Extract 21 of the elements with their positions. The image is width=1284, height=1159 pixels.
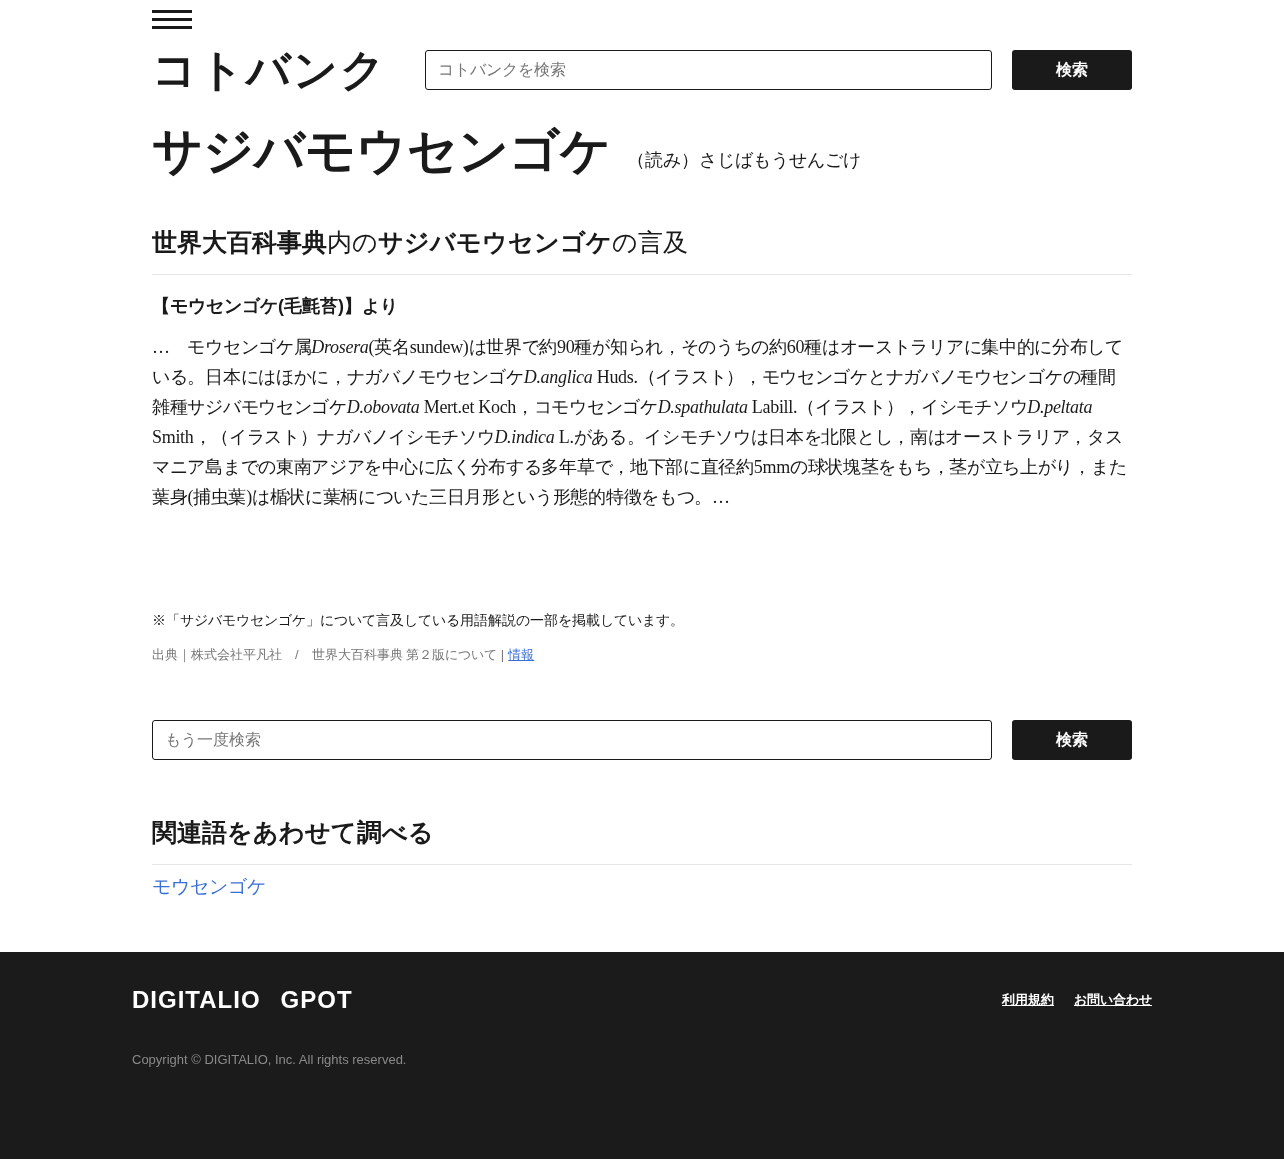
related-heading: 関連語をあわせて調べる <box>152 814 1132 865</box>
mention-text: … モウセンゴケ属Drosera(英名sundew)は世界で約90種が知られ，そのうちの約60種はオーストラリアに集中的に分布している。日本にはほかに，ナガバノモウセンゴケD.anglica Huds.（イラスト），モウセンゴケとナガバノモウセンゴケの種間雑種サジバモウセンゴケD.obovata Mert.et Koch，コモウセンゴケD.spathulata Labill.（イラスト），イシモチソウD.peltata Smith，（イラスト）ナガバノイシモチソウD.indica L.がある。イシモチソウは日本を北限とし，南はオーストラリア，タスマニア島までの東南アジアを中心に広く分布する多年草で，地下部に直径約5mmの球状塊茎をもち，茎が立ち上がり，また葉身(捕虫葉)は楯状に葉柄についた三日月形という形態的特徴をもつ。… <box>152 335 1128 509</box>
credit-text: 出典｜株式会社平凡社 / 世界大百科事典 第２版について | <box>152 645 505 664</box>
section-heading: 世界大百科事典内のサジバモウセンゴケの言及 <box>152 224 1132 275</box>
site-logo[interactable]: コトバンク <box>152 48 387 92</box>
source-title: 【モウセンゴケ(毛氈苔)】より <box>152 294 399 318</box>
note-text: ※「サジバモウセンゴケ」について言及している用語解説の一部を掲載しています。 <box>152 610 685 630</box>
info-link[interactable]: 情報 <box>508 644 535 664</box>
search-field[interactable]: コトバンクを検索 <box>425 50 992 90</box>
menu-icon[interactable] <box>152 10 192 30</box>
related-link[interactable]: モウセンゴケ <box>152 872 1132 901</box>
reading-text: （読み）さじばもうせんごけ <box>627 149 861 172</box>
company-logo[interactable]: DIGITALIO <box>132 988 261 1012</box>
copyright-text: Copyright © DIGITALIO, Inc. All rights reserved. <box>132 1051 408 1069</box>
footer-link[interactable]: 利用規約 <box>1002 990 1054 1010</box>
entry-title: サジバモウセンゴケ <box>152 126 611 176</box>
search-button[interactable]: 検索 <box>1012 50 1132 90</box>
footer-link[interactable]: お問い合わせ <box>1074 990 1152 1010</box>
company-logo[interactable]: GPOT <box>280 988 353 1012</box>
search-button[interactable]: 検索 <box>1012 720 1132 760</box>
search-field[interactable]: もう一度検索 <box>152 720 992 760</box>
